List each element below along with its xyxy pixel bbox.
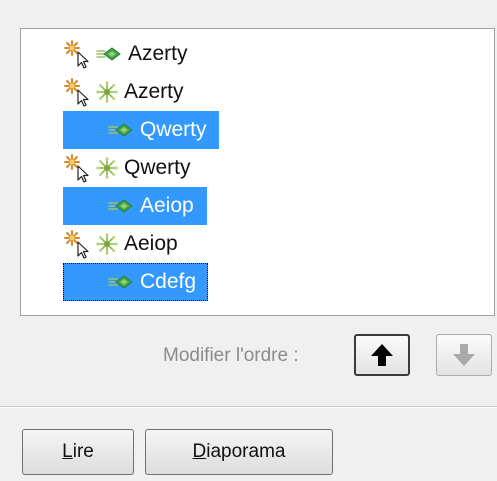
star-cursor-icon (63, 229, 93, 259)
tree-item-label: Azerty (128, 42, 188, 65)
snowflake-icon (95, 232, 119, 256)
move-up-button[interactable] (354, 334, 410, 376)
tree-item-aeiop-expanded[interactable]: Aeiop (63, 225, 180, 263)
tree-item-label: Qwerty (124, 156, 191, 179)
tree-item-aeiop-child[interactable]: Aeiop (63, 187, 207, 225)
tree-item-label: Aeiop (140, 194, 194, 217)
lire-button[interactable]: Lire (22, 429, 134, 475)
diaporama-button[interactable]: Diaporama (145, 429, 333, 475)
star-cursor-icon (63, 153, 93, 183)
tree-item-cdefg-child[interactable]: Cdefg (63, 263, 208, 301)
tree-item-qwerty-child[interactable]: Qwerty (63, 111, 219, 149)
arrow-leaf-icon (107, 274, 133, 290)
item-tree-list[interactable]: Azerty Azerty Qwerty Qwerty Aeiop Aeiop … (20, 28, 495, 316)
tree-item-label: Cdefg (140, 270, 197, 293)
star-cursor-icon (63, 39, 93, 69)
tree-item-azerty-expanded[interactable]: Azerty (63, 73, 186, 111)
lire-label: ire (72, 441, 94, 462)
order-label: Modifier l'ordre : (163, 345, 299, 366)
lire-mnemonic: L (62, 441, 73, 462)
arrow-leaf-icon (107, 198, 133, 214)
arrow-down-icon (453, 344, 475, 366)
star-cursor-icon (63, 77, 93, 107)
tree-item-label: Qwerty (140, 118, 207, 141)
tree-item-qwerty-expanded[interactable]: Qwerty (63, 149, 193, 187)
arrow-leaf-icon (95, 46, 121, 62)
tree-item-label: Azerty (124, 80, 184, 103)
tree-item-label: Aeiop (124, 232, 178, 255)
tree-item-azerty-collapsed[interactable]: Azerty (63, 35, 190, 73)
separator (0, 406, 497, 408)
diaporama-label: iaporama (206, 441, 286, 462)
arrow-leaf-icon (107, 122, 133, 138)
snowflake-icon (95, 80, 119, 104)
move-down-button[interactable] (436, 334, 492, 376)
arrow-up-icon (371, 344, 393, 366)
snowflake-icon (95, 156, 119, 180)
window: Azerty Azerty Qwerty Qwerty Aeiop Aeiop … (0, 0, 497, 481)
diaporama-mnemonic: D (192, 441, 207, 462)
